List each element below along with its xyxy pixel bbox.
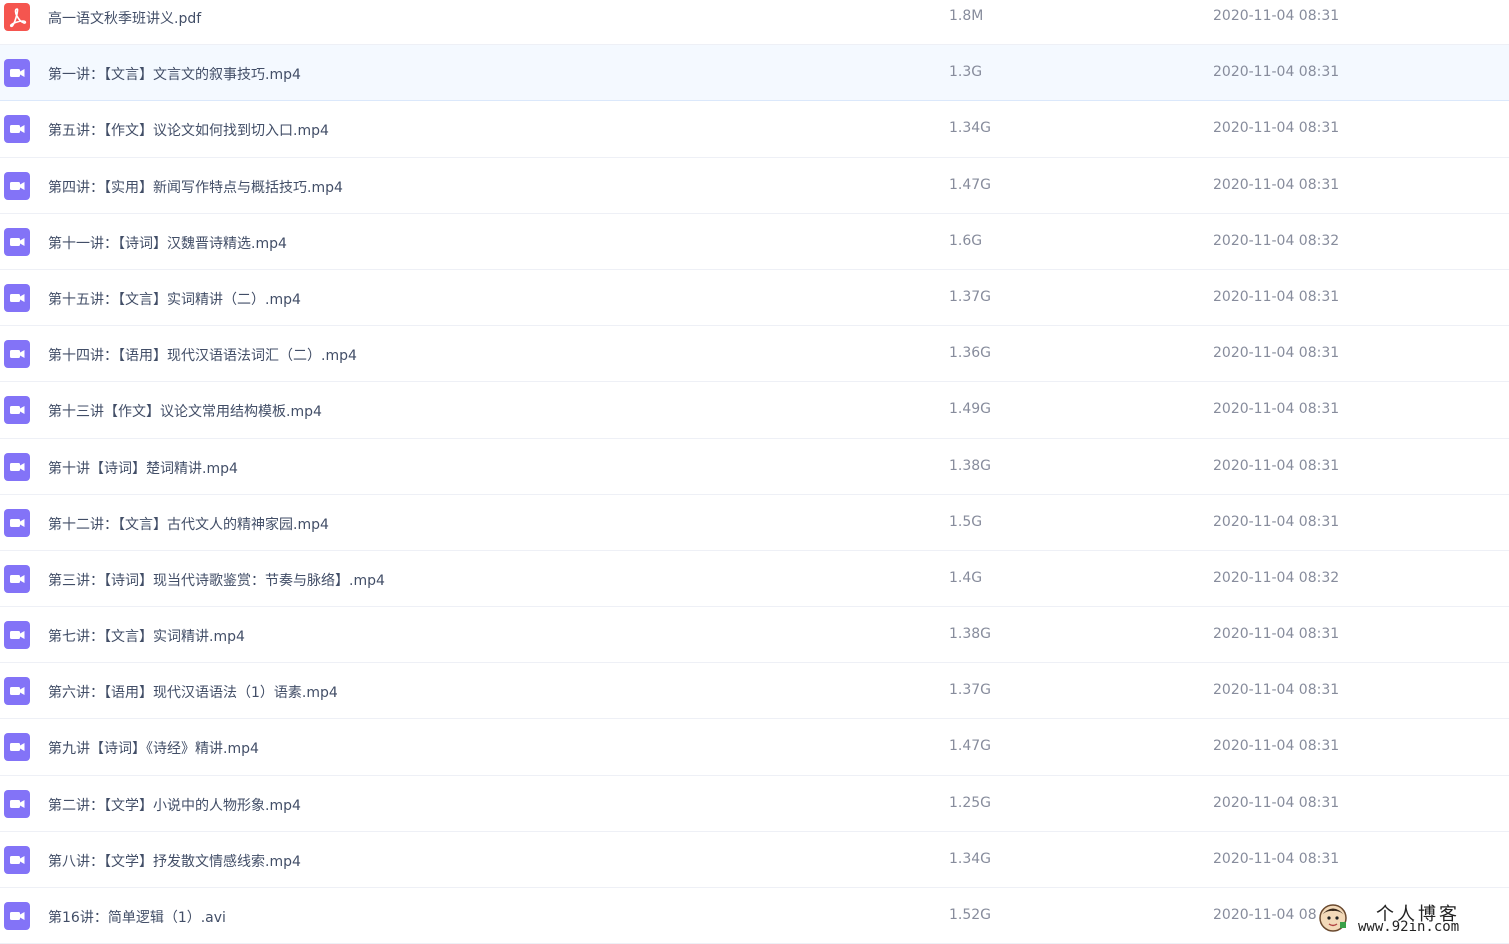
watermark: 个人博客 www.92in.com [1316,898,1502,938]
file-name[interactable]: 第十二讲：【文言】古代文人的精神家园.mp4 [48,514,329,534]
file-row[interactable]: 第六讲：【语用】现代汉语语法（1）语素.mp4 1.37G 2020-11-04 0… [0,663,1509,720]
file-modified-time: 2020-11-04 08:31 [1213,513,1340,530]
file-name[interactable]: 第十三讲【作文】议论文常用结构模板.mp4 [48,401,322,421]
file-size: 1.25G [949,794,992,811]
file-name[interactable]: 第八讲：【文学】抒发散文情感线索.mp4 [48,851,301,871]
file-name[interactable]: 第二讲：【文学】小说中的人物形象.mp4 [48,795,301,815]
video-file-icon[interactable] [4,902,30,930]
file-name[interactable]: 第一讲：【文言】文言文的叙事技巧.mp4 [48,64,301,84]
file-row[interactable]: 第九讲【诗词】《诗经》精讲.mp4 1.47G 2020-11-04 08:31 [0,719,1509,776]
file-size: 1.47G [949,738,992,755]
file-row[interactable]: 第十二讲：【文言】古代文人的精神家园.mp4 1.5G 2020-11-04 08:… [0,495,1509,551]
video-file-icon[interactable] [4,115,30,144]
file-row[interactable]: 第二讲：【文学】小说中的人物形象.mp4 1.25G 2020-11-04 08:3… [0,776,1509,832]
video-file-icon[interactable] [4,283,30,312]
file-modified-time: 2020-11-04 08:31 [1213,794,1340,811]
video-file-icon[interactable] [4,845,30,874]
file-row[interactable]: 第一讲：【文言】文言文的叙事技巧.mp4 1.3G 2020-11-04 08:31 [0,45,1509,102]
file-row[interactable]: 第十四讲：【语用】现代汉语语法词汇（二）.mp4 1.36G 2020-11-04 … [0,326,1509,383]
file-modified-time: 2020-11-04 08:31 [1213,626,1340,643]
file-modified-time: 2020-11-04 08:32 [1213,569,1340,586]
file-row[interactable]: 第十五讲：【文言】实词精讲（二）.mp4 1.37G 2020-11-04 08:3… [0,270,1509,327]
video-file-icon[interactable] [4,452,30,481]
file-size: 1.3G [949,64,983,81]
file-modified-time: 2020-11-04 08:31 [1213,401,1340,418]
file-modified-time: 2020-11-04 08 [1213,907,1317,923]
file-row[interactable]: 第十讲【诗词】楚词精讲.mp4 1.38G 2020-11-04 08:31 [0,439,1509,495]
file-name[interactable]: 第四讲：【实用】新闻写作特点与概括技巧.mp4 [48,177,343,197]
video-file-icon[interactable] [4,733,30,762]
file-modified-time: 2020-11-04 08:31 [1213,345,1340,362]
file-size: 1.34G [949,120,992,137]
file-row[interactable]: 第16讲：简单逻辑（1）.avi 1.52G 2020-11-04 08 [0,888,1509,944]
video-file-icon[interactable] [4,396,30,425]
file-name[interactable]: 第九讲【诗词】《诗经》精讲.mp4 [48,738,259,758]
file-name[interactable]: 第三讲：【诗词】现当代诗歌鉴赏：节奏与脉络】.mp4 [48,570,385,590]
file-size: 1.38G [949,457,992,474]
file-size: 1.37G [949,682,992,699]
file-row[interactable]: 第八讲：【文学】抒发散文情感线索.mp4 1.34G 2020-11-04 08:3… [0,832,1509,888]
file-size: 1.37G [949,288,992,305]
file-name[interactable]: 第七讲：【文言】实词精讲.mp4 [48,626,245,646]
file-name[interactable]: 第十讲【诗词】楚词精讲.mp4 [48,458,238,478]
file-name[interactable]: 第十五讲：【文言】实词精讲（二）.mp4 [48,289,301,309]
file-modified-time: 2020-11-04 08:31 [1213,288,1340,305]
file-row[interactable]: 第七讲：【文言】实词精讲.mp4 1.38G 2020-11-04 08:31 [0,607,1509,664]
file-modified-time: 2020-11-04 08:32 [1213,232,1340,249]
file-size: 1.8M [949,8,984,24]
file-size: 1.36G [949,345,992,362]
file-modified-time: 2020-11-04 08:31 [1213,64,1340,81]
file-name[interactable]: 第十四讲：【语用】现代汉语语法词汇（二）.mp4 [48,345,357,365]
file-modified-time: 2020-11-04 08:31 [1213,457,1340,474]
pdf-file-icon[interactable] [4,3,30,31]
video-file-icon[interactable] [4,227,30,256]
file-row[interactable]: 第四讲：【实用】新闻写作特点与概括技巧.mp4 1.47G 2020-11-04 0… [0,158,1509,214]
file-row[interactable]: 第三讲：【诗词】现当代诗歌鉴赏：节奏与脉络】.mp4 1.4G 2020-11-04… [0,551,1509,608]
watermark-url: www.92in.com [1358,919,1460,935]
file-row[interactable]: 高一语文秋季班讲义.pdf 1.8M 2020-11-04 08:31 [0,0,1509,46]
video-file-icon[interactable] [4,340,30,369]
file-size: 1.34G [949,850,992,867]
file-name[interactable]: 第五讲：【作文】议论文如何找到切入口.mp4 [48,120,329,140]
file-size: 1.49G [949,401,992,418]
file-modified-time: 2020-11-04 08:31 [1213,738,1340,755]
file-size: 1.4G [949,569,983,586]
file-modified-time: 2020-11-04 08:31 [1213,682,1340,699]
video-file-icon[interactable] [4,677,30,706]
file-row[interactable]: 第五讲：【作文】议论文如何找到切入口.mp4 1.34G 2020-11-04 08… [0,101,1509,158]
file-size: 1.47G [949,176,992,193]
file-row[interactable]: 第十三讲【作文】议论文常用结构模板.mp4 1.49G 2020-11-04 08:… [0,382,1509,439]
file-modified-time: 2020-11-04 08:31 [1213,176,1340,193]
file-row[interactable]: 第十一讲：【诗词】汉魏晋诗精选.mp4 1.6G 2020-11-04 08:32 [0,214,1509,270]
video-file-icon[interactable] [4,508,30,537]
video-file-icon[interactable] [4,564,30,593]
video-file-icon[interactable] [4,171,30,200]
file-name[interactable]: 第十一讲：【诗词】汉魏晋诗精选.mp4 [48,233,287,253]
video-file-icon[interactable] [4,621,30,650]
avatar-icon [1319,904,1347,932]
file-modified-time: 2020-11-04 08:31 [1213,8,1340,24]
file-name[interactable]: 第六讲：【语用】现代汉语语法（1）语素.mp4 [48,682,338,702]
file-modified-time: 2020-11-04 08:31 [1213,850,1340,867]
file-size: 1.5G [949,513,983,530]
file-size: 1.6G [949,232,983,249]
file-name[interactable]: 第16讲：简单逻辑（1）.avi [48,907,226,927]
file-list: 高一语文秋季班讲义.pdf 1.8M 2020-11-04 08:31 第一讲：【文言… [0,0,1509,944]
file-size: 1.52G [949,907,992,923]
video-file-icon[interactable] [4,59,30,88]
video-file-icon[interactable] [4,789,30,818]
file-modified-time: 2020-11-04 08:31 [1213,120,1340,137]
file-name[interactable]: 高一语文秋季班讲义.pdf [48,8,201,28]
file-size: 1.38G [949,626,992,643]
